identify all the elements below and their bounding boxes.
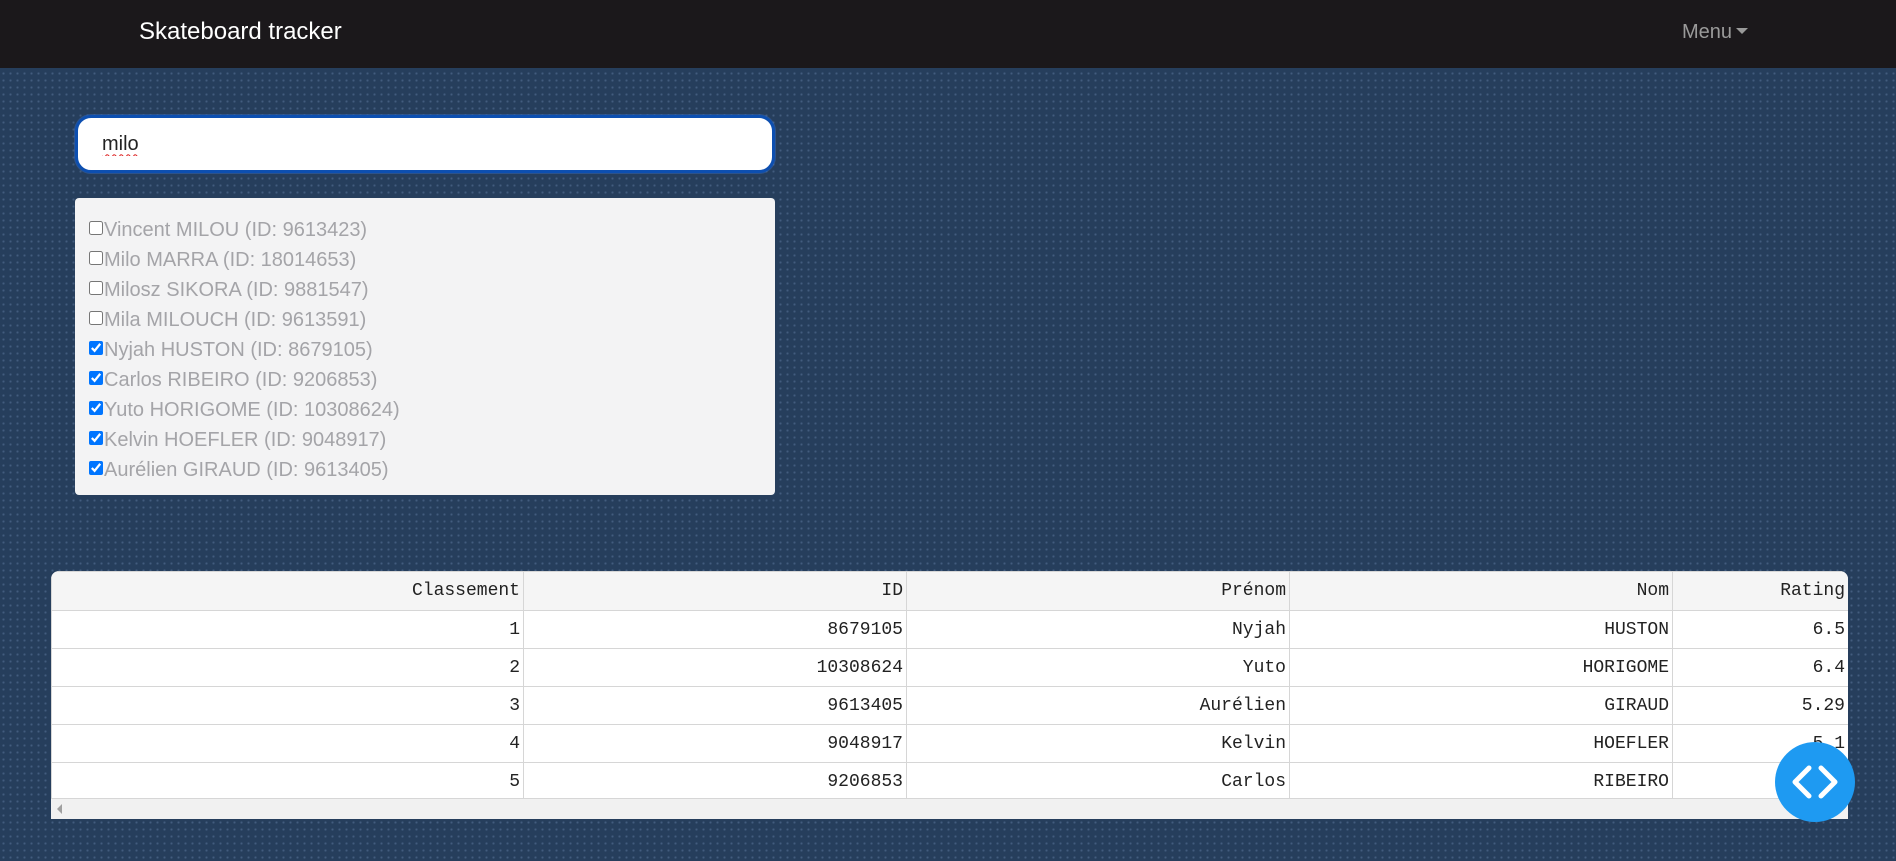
table-cell: 9613405 [523,686,907,725]
menu-label: Menu [1682,21,1733,43]
table-row: 49048917KelvinHOEFLER5.1 [51,724,1848,763]
search-results-list: Vincent MILOU (ID: 9613423) Milo MARRA (I… [75,198,775,495]
menu-dropdown-toggle[interactable]: Menu [1682,21,1749,44]
table-row: 3 9613405 Aurélien GIRAUD 5.29 [51,686,1848,725]
result-label: Yuto HORIGOME (ID: 10308624) [104,398,400,421]
caret-down-icon [1736,28,1749,34]
table-cell: 9048917 [523,724,907,763]
rankings-table-container: Classement ID Prénom Nom Rating 1 8679105 Nyja… [51,571,1848,819]
result-item[interactable]: Milo MARRA (ID: 18014653) [89,245,775,275]
table-row: 5 9206853 Carlos RIBEIRO [51,762,1848,801]
result-checkbox[interactable] [89,310,103,325]
table-cell: Nyjah [906,610,1290,649]
result-checkbox[interactable] [89,370,103,385]
result-label: Aurélien GIRAUD (ID: 9613405) [104,458,389,481]
table-cell: 5.29 [1672,686,1848,725]
result-checkbox[interactable] [89,220,103,235]
code-toggle-button[interactable] [1775,742,1855,822]
table-cell: 4 [51,724,524,763]
search-input[interactable] [75,115,775,173]
brand-title[interactable]: Skateboard tracker [139,18,342,46]
table-cell: Carlos [906,762,1290,801]
column-header-rating[interactable]: Rating [1672,571,1848,611]
result-checkbox[interactable] [89,460,103,475]
table-cell: RIBEIRO [1289,762,1673,801]
rankings-table: Classement ID Prénom Nom Rating 1 8679105 Nyja… [51,571,1848,801]
result-label: Nyjah HUSTON (ID: 8679105) [104,338,373,361]
table-cell: 6.4 [1672,648,1848,687]
result-checkbox[interactable] [89,250,103,265]
result-label: Milo MARRA (ID: 18014653) [104,248,357,271]
column-header-prenom[interactable]: Prénom [906,571,1290,611]
result-checkbox[interactable] [89,430,103,445]
result-item[interactable]: Carlos RIBEIRO (ID: 9206853) [89,365,775,395]
table-row: 1 8679105 Nyjah HUSTON 6.5 [51,610,1848,649]
table-header-row: Classement ID Prénom Nom Rating [51,571,1848,611]
result-item[interactable]: Vincent MILOU (ID: 9613423) [89,215,775,245]
result-label: Vincent MILOU (ID: 9613423) [104,218,368,241]
result-label: Milosz SIKORA (ID: 9881547) [104,278,369,301]
column-header-classement[interactable]: Classement [51,571,524,611]
result-item[interactable]: Nyjah HUSTON (ID: 8679105) [89,335,775,365]
result-item[interactable]: Aurélien GIRAUD (ID: 9613405) [89,455,775,485]
code-icon [1792,765,1838,799]
table-cell: 1 [51,610,524,649]
table-cell: 2 [51,648,524,687]
result-item[interactable]: Mila MILOUCH (ID: 9613591) [89,305,775,335]
result-checkbox[interactable] [89,280,103,295]
table-cell: Kelvin [906,724,1290,763]
table-cell: HUSTON [1289,610,1673,649]
scroll-left-icon[interactable] [57,804,62,814]
table-cell: HORIGOME [1289,648,1673,687]
result-item[interactable]: Kelvin HOEFLER (ID: 9048917) [89,425,775,455]
result-label: Mila MILOUCH (ID: 9613591) [104,308,367,331]
result-item[interactable]: Milosz SIKORA (ID: 9881547) [89,275,775,305]
table-cell: 6.5 [1672,610,1848,649]
table-cell: 10308624 [523,648,907,687]
table-cell: 3 [51,686,524,725]
table-cell: 9206853 [523,762,907,801]
table-cell: HOEFLER [1289,724,1673,763]
column-header-id[interactable]: ID [523,571,907,611]
column-header-nom[interactable]: Nom [1289,571,1673,611]
table-cell: 5 [51,762,524,801]
result-checkbox[interactable] [89,400,103,415]
result-label: Kelvin HOEFLER (ID: 9048917) [104,428,387,451]
table-cell: GIRAUD [1289,686,1673,725]
table-row: 2 10308624 Yuto HORIGOME 6.4 [51,648,1848,687]
result-checkbox[interactable] [89,340,103,355]
table-cell: 8679105 [523,610,907,649]
table-cell: Yuto [906,648,1290,687]
table-cell: Aurélien [906,686,1290,725]
result-label: Carlos RIBEIRO (ID: 9206853) [104,368,378,391]
horizontal-scrollbar[interactable] [51,798,1848,819]
navbar: Skateboard tracker Menu [0,0,1896,68]
result-item[interactable]: Yuto HORIGOME (ID: 10308624) [89,395,775,425]
